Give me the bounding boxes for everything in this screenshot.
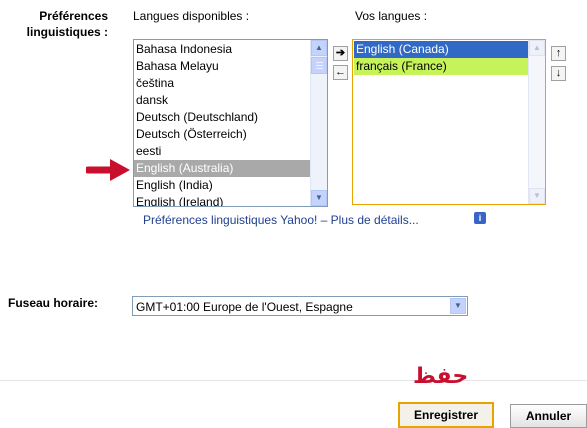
move-left-button[interactable]: ← (333, 65, 348, 80)
scroll-down-button[interactable]: ▼ (311, 190, 327, 206)
scroll-up-button[interactable]: ▲ (311, 40, 327, 56)
timezone-selected-value: GMT+01:00 Europe de l'Ouest, Espagne (136, 300, 353, 314)
yahoo-language-preferences-link[interactable]: Préférences linguistiques Yahoo! – Plus … (143, 213, 419, 227)
your-language-item[interactable]: français (France) (354, 58, 528, 75)
available-language-item[interactable]: Deutsch (Deutschland) (134, 109, 310, 126)
arrow-down-icon: ↓ (555, 67, 562, 79)
info-icon[interactable]: i (474, 212, 486, 224)
scroll-up-button[interactable]: ▲ (529, 40, 545, 56)
available-languages-scrollbar[interactable]: ▲ ▼ (310, 40, 327, 206)
cancel-button[interactable]: Annuler (510, 404, 587, 428)
timezone-label: Fuseau horaire: (8, 296, 99, 310)
divider (0, 380, 587, 381)
available-language-item[interactable]: eesti (134, 143, 310, 160)
your-languages-scrollbar[interactable]: ▲ ▼ (528, 40, 545, 204)
your-languages-label: Vos langues : (355, 9, 428, 23)
scroll-thumb[interactable] (311, 57, 327, 74)
language-preferences-label-line2: linguistiques : (26, 25, 108, 39)
arrow-up-icon: ↑ (555, 47, 562, 59)
your-language-item[interactable]: English (Canada) (354, 41, 528, 58)
scroll-down-button[interactable]: ▼ (529, 188, 545, 204)
available-languages-listbox[interactable]: Bahasa Indonesia Bahasa Melayu čeština dans… (133, 39, 328, 207)
available-language-item[interactable]: English (Ireland) (134, 194, 310, 206)
move-right-button[interactable]: ➔ (333, 46, 348, 61)
annotation-arrow-icon (86, 159, 130, 181)
available-language-item[interactable]: English (India) (134, 177, 310, 194)
available-language-item[interactable]: Bahasa Melayu (134, 58, 310, 75)
language-preferences-label-line1: Préférences (39, 9, 108, 23)
move-down-button[interactable]: ↓ (551, 66, 566, 81)
available-language-item[interactable]: dansk (134, 92, 310, 109)
available-language-item[interactable]: Bahasa Indonesia (134, 41, 310, 58)
available-languages-label: Langues disponibles : (133, 9, 250, 23)
chevron-down-icon[interactable]: ▼ (450, 298, 466, 314)
available-language-item[interactable]: čeština (134, 75, 310, 92)
annotation-text: حفظ (413, 364, 469, 389)
timezone-select[interactable]: GMT+01:00 Europe de l'Ouest, Espagne ▼ (132, 296, 468, 316)
save-button-label: Enregistrer (413, 408, 479, 422)
cancel-button-label: Annuler (525, 409, 572, 423)
language-preferences-label: Préférences linguistiques : (8, 8, 108, 40)
arrow-left-icon: ← (335, 66, 346, 78)
your-languages-listbox[interactable]: English (Canada) français (France) ▲ ▼ (352, 39, 546, 205)
arrow-right-icon: ➔ (335, 47, 346, 59)
available-language-item[interactable]: English (Australia) (134, 160, 310, 177)
move-up-button[interactable]: ↑ (551, 46, 566, 61)
available-language-item[interactable]: Deutsch (Österreich) (134, 126, 310, 143)
save-button[interactable]: Enregistrer (398, 402, 494, 428)
